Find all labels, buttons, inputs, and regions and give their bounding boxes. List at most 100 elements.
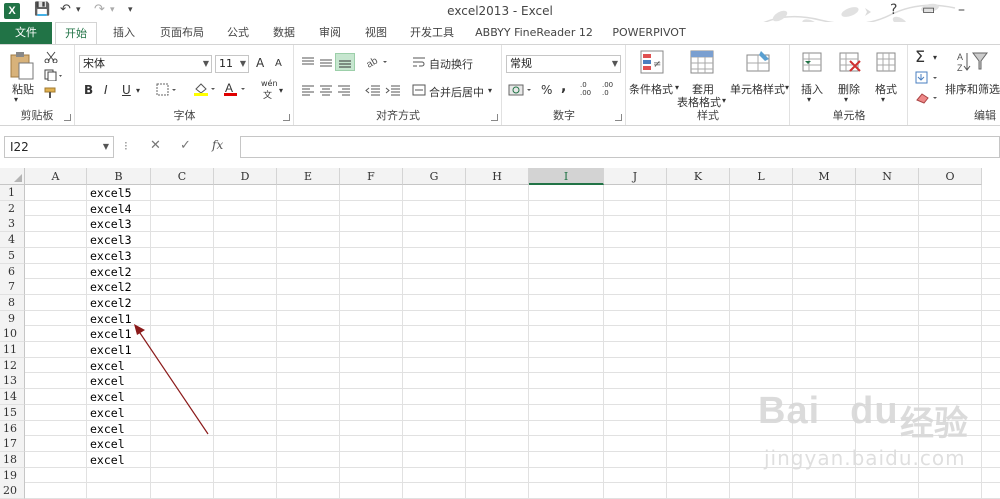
accounting-format-icon[interactable] — [508, 82, 534, 98]
tab-home[interactable]: 开始 — [55, 22, 97, 44]
align-middle-icon[interactable] — [319, 56, 333, 68]
ribbon-display-icon[interactable]: ▭ — [922, 2, 935, 18]
delete-dropdown-icon[interactable]: ▾ — [844, 95, 848, 104]
watermark-logo: Bai du — [758, 390, 899, 432]
font-size-combo[interactable]: 11 ▼ — [215, 55, 249, 73]
merge-center-icon — [412, 84, 426, 96]
autosum-icon[interactable]: Σ — [915, 47, 925, 66]
orientation-icon[interactable]: ab — [365, 54, 391, 70]
name-box[interactable]: I22 ▼ — [4, 136, 114, 158]
tab-insert[interactable]: 插入 — [103, 22, 145, 44]
underline-dropdown-icon[interactable]: ▾ — [136, 86, 140, 95]
align-left-icon[interactable] — [301, 84, 315, 96]
comma-button[interactable]: , — [561, 79, 566, 95]
merge-center-button[interactable]: 合并后居中 — [429, 84, 484, 100]
cells-group-label: 单元格 — [832, 109, 866, 122]
table-format-dropdown-icon[interactable]: ▾ — [722, 96, 726, 105]
shrink-font-button[interactable]: A — [275, 58, 282, 69]
italic-button[interactable]: I — [104, 83, 108, 97]
format-cells-button[interactable]: 格式 — [875, 81, 897, 97]
font-launcher-icon[interactable] — [283, 114, 290, 121]
number-format-combo[interactable]: 常规 ▼ — [506, 55, 621, 73]
tab-formulas[interactable]: 公式 — [218, 22, 258, 44]
svg-text:ab: ab — [365, 55, 380, 70]
svg-text:A: A — [957, 52, 963, 62]
formula-bar-splitter[interactable]: ⁝ — [124, 139, 128, 153]
format-dropdown-icon[interactable]: ▾ — [881, 95, 885, 104]
clipboard-launcher-icon[interactable] — [64, 114, 71, 121]
tab-view[interactable]: 视图 — [356, 22, 396, 44]
fill-color-icon[interactable] — [193, 81, 217, 97]
svg-text:A: A — [225, 81, 233, 95]
formula-input[interactable] — [240, 136, 1000, 158]
align-center-icon[interactable] — [319, 84, 333, 96]
increase-decimal-button[interactable]: .0 .00 — [580, 81, 600, 97]
title-bar: X 💾 ↶ ▾ ↷ ▾ ▾ excel2013 - Excel ? ▭ – — [0, 0, 1000, 31]
help-icon[interactable]: ? — [890, 2, 897, 18]
insert-cells-icon — [802, 52, 822, 72]
delete-cells-button[interactable]: 删除 — [838, 81, 860, 97]
wrap-text-icon — [413, 57, 425, 67]
tab-abbyy[interactable]: ABBYY FineReader 12 — [470, 22, 598, 44]
increase-indent-icon[interactable] — [385, 84, 401, 96]
baidu-jingyan-watermark: Bai du 经验 jingyan.baidu.com — [758, 390, 990, 480]
insert-function-icon[interactable]: fx — [212, 138, 223, 152]
alignment-launcher-icon[interactable] — [491, 114, 498, 121]
conditional-dropdown-icon[interactable]: ▾ — [675, 83, 679, 92]
tab-powerpivot[interactable]: POWERPIVOT — [606, 22, 692, 44]
enter-icon[interactable]: ✓ — [180, 138, 191, 153]
sort-filter-button[interactable]: 排序和筛选 — [945, 81, 1000, 97]
cell-styles-dropdown-icon[interactable]: ▾ — [785, 83, 789, 92]
insert-dropdown-icon[interactable]: ▾ — [807, 95, 811, 104]
insert-cells-button[interactable]: 插入 — [801, 81, 823, 97]
tab-file[interactable]: 文件 — [0, 22, 52, 44]
format-painter-icon[interactable] — [44, 87, 58, 99]
svg-text:Z: Z — [957, 63, 963, 73]
align-top-icon[interactable] — [301, 56, 315, 68]
number-group-label: 数字 — [553, 109, 575, 122]
tab-developer[interactable]: 开发工具 — [402, 22, 462, 44]
number-launcher-icon[interactable] — [615, 114, 622, 121]
clipboard-group-label: 剪贴板 — [20, 109, 54, 122]
merge-dropdown-icon[interactable]: ▾ — [488, 86, 492, 95]
phonetic-dropdown-icon[interactable]: ▾ — [279, 86, 283, 95]
grow-font-button[interactable]: A — [256, 56, 264, 70]
align-right-icon[interactable] — [337, 84, 351, 96]
fill-icon[interactable] — [915, 71, 941, 85]
decrease-indent-icon[interactable] — [365, 84, 381, 96]
paste-dropdown-icon[interactable]: ▾ — [14, 95, 18, 104]
cancel-icon[interactable]: ✕ — [150, 138, 161, 153]
borders-icon[interactable] — [156, 83, 178, 97]
font-color-icon[interactable]: A — [223, 81, 247, 97]
cell-styles-icon — [746, 51, 770, 72]
decrease-decimal-button[interactable]: .00 .0 — [602, 81, 622, 97]
watermark-cn-text: 经验 — [900, 404, 968, 444]
svg-text:≠: ≠ — [653, 59, 661, 70]
annotation-arrow-head — [134, 324, 145, 335]
ribbon-tabs: 文件 开始 插入 页面布局 公式 数据 审阅 视图 开发工具 ABBYY Fin… — [0, 22, 1000, 44]
phonetic-guide-button[interactable]: wén — [261, 79, 278, 88]
underline-button[interactable]: U — [122, 83, 131, 97]
copy-icon[interactable] — [44, 69, 64, 81]
annotation-arrow-line — [137, 329, 209, 435]
autosum-dropdown-icon[interactable]: ▾ — [933, 53, 937, 62]
percent-button[interactable]: % — [541, 83, 552, 97]
ribbon: 粘贴 ▾ 剪贴板 宋体 ▼ 11 ▼ A A B I U ▾ A wén 文 ▾ 字… — [0, 44, 1000, 126]
cells-group: 插入 ▾ 删除 ▾ 格式 ▾ 单元格 — [791, 45, 908, 125]
minimize-icon[interactable]: – — [958, 2, 965, 18]
tab-review[interactable]: 审阅 — [310, 22, 350, 44]
paste-icon[interactable] — [9, 51, 35, 81]
worksheet-grid[interactable]: ABCDEFGHIJKLMNO 1 2 3 4 5 6 7 8 9 10 11 12 13 14 15 16 1… — [0, 168, 1000, 499]
number-group: 常规 ▼ % , .0 .00 .00 .0 数字 — [503, 45, 626, 125]
clear-icon[interactable] — [915, 91, 941, 105]
format-cells-icon — [876, 52, 896, 72]
cut-icon[interactable] — [44, 51, 58, 63]
font-name-combo[interactable]: 宋体 ▼ — [79, 55, 212, 73]
tab-page-layout[interactable]: 页面布局 — [152, 22, 212, 44]
alignment-group-label: 对齐方式 — [376, 109, 420, 122]
tab-data[interactable]: 数据 — [264, 22, 304, 44]
cell-styles-button[interactable]: 单元格样式 — [730, 81, 785, 97]
wrap-text-button[interactable]: 自动换行 — [429, 56, 473, 72]
conditional-format-button[interactable]: 条件格式 — [629, 81, 673, 97]
bold-button[interactable]: B — [84, 83, 93, 97]
